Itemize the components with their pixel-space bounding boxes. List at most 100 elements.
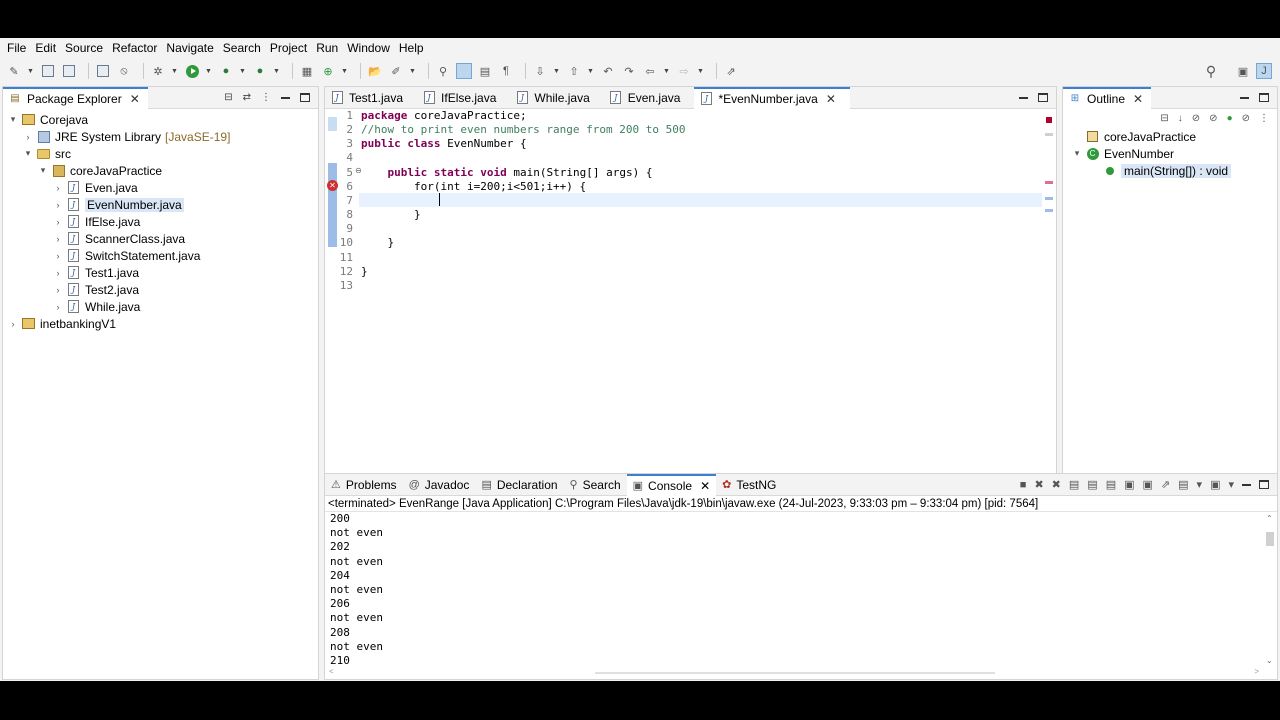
run-dropdown-icon[interactable]: ▼ (205, 68, 212, 75)
tree-item[interactable]: › J While.java (3, 298, 318, 315)
tab-javadoc[interactable]: @ Javadoc (403, 474, 476, 496)
sort-icon[interactable]: ↓ (1178, 113, 1183, 124)
collapse-chevron-icon[interactable]: › (52, 217, 64, 227)
show-on-stderr-icon[interactable]: ▣ (1143, 478, 1153, 491)
minimize-icon[interactable] (1019, 96, 1028, 99)
link-with-editor-icon[interactable]: ⇄ (243, 92, 251, 103)
tree-item[interactable]: › J ScannerClass.java (3, 230, 318, 247)
collapse-chevron-icon[interactable]: › (52, 251, 64, 261)
show-on-stdout-icon[interactable]: ▣ (1124, 478, 1134, 491)
expand-chevron-icon[interactable]: ▾ (1071, 148, 1083, 159)
display-console-dropdown-icon[interactable]: ▾ (1197, 478, 1203, 491)
tab-evennumberjava[interactable]: J *EvenNumber.java ✕ (694, 86, 850, 109)
save-all-icon[interactable] (61, 63, 77, 79)
scroll-left-icon[interactable]: < (329, 667, 334, 676)
menu-help[interactable]: Help (396, 38, 430, 58)
skip-breakpoints-icon[interactable]: ⦸ (116, 63, 132, 79)
save-icon[interactable] (40, 63, 56, 79)
tree-item[interactable]: ▾ Corejava (3, 111, 318, 128)
outline-item[interactable]: main(String[]) : void (1063, 162, 1277, 179)
tab-problems[interactable]: ⚠ Problems (325, 474, 403, 496)
scroll-up-icon[interactable]: ⌃ (1266, 514, 1273, 523)
search-toolbar-icon[interactable]: ⚲ (435, 63, 451, 79)
tab-declaration[interactable]: ▤ Declaration (475, 474, 563, 496)
scroll-lock-icon[interactable]: ▤ (1087, 478, 1097, 491)
tab-testng[interactable]: ✿ TestNG (716, 474, 782, 496)
tab-test1java[interactable]: J Test1.java (325, 87, 417, 109)
error-marker-icon[interactable]: ✕ (327, 180, 338, 191)
tab-search[interactable]: ⚲ Search (564, 474, 627, 496)
menu-edit[interactable]: Edit (32, 38, 62, 58)
menu-run[interactable]: Run (313, 38, 344, 58)
forward-dropdown-icon[interactable]: ▼ (697, 68, 704, 75)
new-dropdown-icon[interactable]: ▼ (27, 68, 34, 75)
collapse-chevron-icon[interactable]: › (52, 183, 64, 193)
pin-console-icon[interactable]: ⇗ (1161, 478, 1170, 491)
tree-item[interactable]: ▾ coreJavaPractice (3, 162, 318, 179)
collapse-all-icon[interactable]: ⊟ (224, 92, 232, 103)
close-icon[interactable]: ✕ (130, 92, 140, 106)
tree-item[interactable]: › J IfElse.java (3, 213, 318, 230)
minimize-icon[interactable] (1242, 483, 1251, 486)
menu-refactor[interactable]: Refactor (109, 38, 163, 58)
close-icon[interactable]: ✕ (826, 92, 836, 106)
menu-project[interactable]: Project (267, 38, 313, 58)
scroll-right-icon[interactable]: > (1254, 667, 1259, 676)
outline-item[interactable]: ▾ C EvenNumber (1063, 145, 1277, 162)
back-icon[interactable]: ⇦ (642, 63, 658, 79)
tree-item[interactable]: › J Test2.java (3, 281, 318, 298)
show-whitespace-icon[interactable]: ¶ (498, 63, 514, 79)
menu-navigate[interactable]: Navigate (163, 38, 219, 58)
close-icon[interactable]: ✕ (1133, 92, 1143, 106)
tab-outline[interactable]: ⊞ Outline ✕ (1063, 86, 1152, 109)
menu-file[interactable]: File (4, 38, 32, 58)
expand-chevron-icon[interactable]: ▾ (22, 148, 34, 159)
collapse-chevron-icon[interactable]: › (52, 302, 64, 312)
remove-all-terminated-icon[interactable]: ✖ (1052, 478, 1061, 491)
tree-item[interactable]: › J Even.java (3, 179, 318, 196)
next-annotation-icon[interactable]: ⇩ (532, 63, 548, 79)
external-tools-icon[interactable]: ● (252, 63, 268, 79)
coverage-dropdown-icon[interactable]: ▼ (239, 68, 246, 75)
terminate-icon[interactable]: ■ (1020, 479, 1027, 491)
new-class-icon[interactable]: ⊕ (320, 63, 336, 79)
quick-access-search-icon[interactable]: ⚲ (1203, 63, 1219, 79)
next-annotation-dropdown-icon[interactable]: ▼ (553, 68, 560, 75)
collapse-chevron-icon[interactable]: › (52, 285, 64, 295)
console-horizontal-scrollbar[interactable]: < > (325, 667, 1277, 679)
last-edit-icon[interactable]: ↶ (600, 63, 616, 79)
console-output[interactable]: 200 not even 202 not even 204 not even 206 not … (325, 512, 1263, 667)
word-wrap-icon[interactable]: ▤ (1106, 478, 1116, 491)
open-type-icon[interactable]: 📂 (367, 63, 383, 79)
hide-non-public-icon[interactable]: ● (1227, 113, 1233, 124)
new-icon[interactable]: ✎ (6, 63, 22, 79)
tree-item[interactable]: › JRE System Library [JavaSE-19] (3, 128, 318, 145)
java-perspective-icon[interactable]: J (1256, 63, 1272, 79)
debug-icon[interactable]: ✲ (150, 63, 166, 79)
editor-vertical-scrollbar[interactable]: ⌄ (1042, 109, 1056, 493)
new-java-project-icon[interactable]: ▦ (299, 63, 315, 79)
open-task-icon[interactable]: ✐ (388, 63, 404, 79)
maximize-icon[interactable] (1259, 480, 1269, 489)
open-perspective-icon[interactable]: ▣ (1235, 63, 1251, 79)
collapse-chevron-icon[interactable]: › (52, 200, 64, 210)
forward-edit-icon[interactable]: ↷ (621, 63, 637, 79)
tab-ifelsejava[interactable]: J IfElse.java (417, 87, 510, 109)
tree-item[interactable]: › J SwitchStatement.java (3, 247, 318, 264)
tree-item[interactable]: › J Test1.java (3, 264, 318, 281)
tree-item[interactable]: ▾ src (3, 145, 318, 162)
close-icon[interactable]: ✕ (700, 479, 710, 493)
clear-console-icon[interactable]: ▤ (1069, 478, 1079, 491)
previous-annotation-icon[interactable]: ⇧ (566, 63, 582, 79)
view-menu-icon[interactable]: ⋮ (1259, 113, 1269, 124)
view-menu-icon[interactable]: ⋮ (261, 92, 271, 103)
block-selection-icon[interactable]: ▤ (477, 63, 493, 79)
console-vertical-scrollbar[interactable]: ⌃ ⌄ (1263, 512, 1277, 667)
outline-item[interactable]: coreJavaPractice (1063, 128, 1277, 145)
toggle-highlight-icon[interactable] (456, 63, 472, 79)
hide-fields-icon[interactable]: ⊘ (1192, 113, 1200, 124)
open-console-dropdown-icon[interactable]: ▾ (1228, 478, 1234, 491)
open-task-dropdown-icon[interactable]: ▼ (409, 68, 416, 75)
expand-chevron-icon[interactable]: ▾ (7, 114, 19, 125)
tab-package-explorer[interactable]: ▤ Package Explorer ✕ (3, 86, 148, 109)
